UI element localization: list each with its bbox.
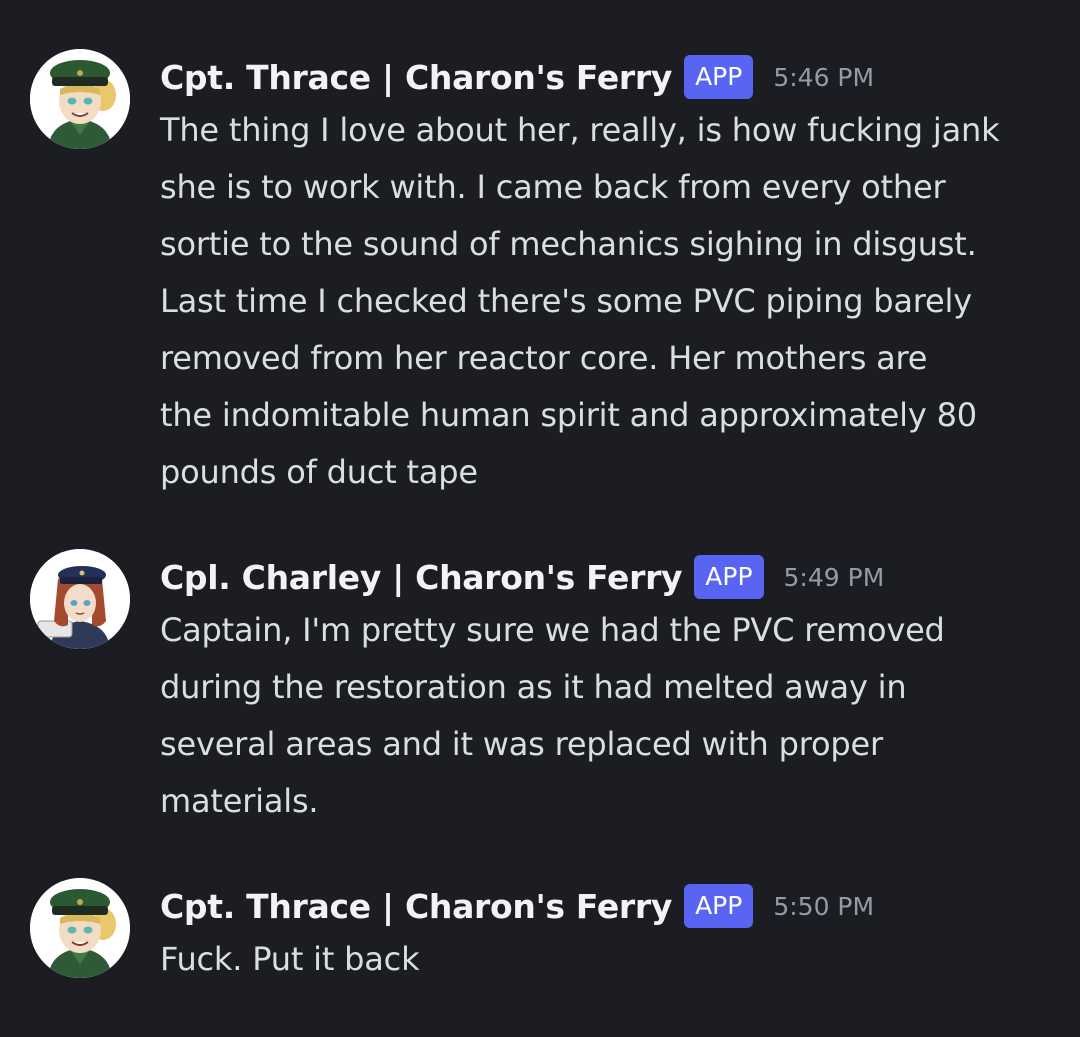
username[interactable]: Cpl. Charley | Charon's Ferry — [160, 558, 683, 597]
message-line: Fuck. Put it back — [160, 940, 420, 978]
username[interactable]: Cpt. Thrace | Charon's Ferry — [160, 887, 672, 926]
app-badge: APP — [684, 55, 754, 99]
message-line: Captain, I'm pretty sure we had the PVC … — [160, 611, 945, 649]
corporal-charley-avatar-icon[interactable] — [30, 549, 130, 649]
message-content: The thing I love about her, really, is h… — [160, 102, 1060, 501]
message-header: Cpt. Thrace | Charon's Ferry APP 5:46 PM — [160, 54, 874, 100]
timestamp[interactable]: 5:46 PM — [773, 63, 874, 92]
message-line: sortie to the sound of mechanics sighing… — [160, 225, 977, 263]
captain-thrace-avatar-icon[interactable] — [30, 878, 130, 978]
message-line: several areas and it was replaced with p… — [160, 725, 883, 763]
message-line: The thing I love about her, really, is h… — [160, 111, 1000, 149]
message-line: she is to work with. I came back from ev… — [160, 168, 946, 206]
captain-thrace-avatar-icon[interactable] — [30, 49, 130, 149]
message-header: Cpl. Charley | Charon's Ferry APP 5:49 P… — [160, 554, 884, 600]
timestamp[interactable]: 5:49 PM — [784, 563, 885, 592]
message-line: removed from her reactor core. Her mothe… — [160, 339, 928, 377]
username[interactable]: Cpt. Thrace | Charon's Ferry — [160, 58, 672, 97]
message-header: Cpt. Thrace | Charon's Ferry APP 5:50 PM — [160, 883, 874, 929]
message-line: materials. — [160, 782, 319, 820]
message-content: Fuck. Put it back — [160, 931, 1060, 988]
message-line: the indomitable human spirit and approxi… — [160, 396, 977, 434]
message-line: Last time I checked there's some PVC pip… — [160, 282, 972, 320]
message-line: during the restoration as it had melted … — [160, 668, 907, 706]
message-line: pounds of duct tape — [160, 453, 478, 491]
timestamp[interactable]: 5:50 PM — [773, 892, 874, 921]
app-badge: APP — [684, 884, 754, 928]
message-content: Captain, I'm pretty sure we had the PVC … — [160, 602, 1060, 830]
app-badge: APP — [694, 555, 764, 599]
